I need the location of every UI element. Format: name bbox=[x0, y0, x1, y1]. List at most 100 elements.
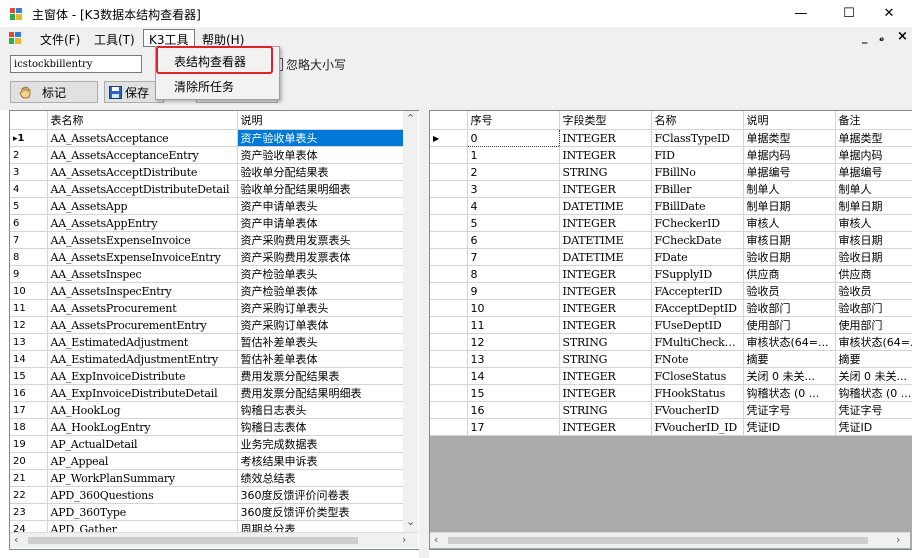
field-row[interactable]: 6 DATETIME FCheckDate 审核日期 审核日期 bbox=[430, 231, 912, 249]
index-cell[interactable]: 9 bbox=[467, 282, 560, 300]
minimize-button[interactable]: — bbox=[778, 0, 824, 27]
field-type-cell[interactable]: INTEGER bbox=[559, 180, 652, 198]
index-cell[interactable]: 6 bbox=[467, 231, 560, 249]
table-row[interactable]: 14 AA_EstimatedAdjustmentEntry 暂估补差单表体 bbox=[10, 350, 415, 368]
index-cell[interactable]: 15 bbox=[467, 384, 560, 402]
description-cell[interactable]: 供应商 bbox=[743, 265, 836, 283]
field-name-cell[interactable]: FVoucherID_ID bbox=[651, 418, 744, 436]
table-name-cell[interactable]: AA_AssetsAcceptanceEntry bbox=[47, 146, 238, 164]
description-cell[interactable]: 单据编号 bbox=[743, 163, 836, 181]
table-name-cell[interactable]: AP_Appeal bbox=[47, 452, 238, 470]
mark-button[interactable]: 标记 bbox=[10, 81, 98, 103]
menu-tools[interactable]: 工具(T) bbox=[94, 31, 135, 48]
current-row-indicator-icon[interactable]: ▶ bbox=[430, 129, 468, 147]
menu-item-clear-tasks[interactable]: 清除所任务 bbox=[174, 78, 234, 95]
field-name-cell[interactable]: FMultiCheckS... bbox=[651, 333, 744, 351]
field-type-cell[interactable]: INTEGER bbox=[559, 282, 652, 300]
description-cell[interactable]: 审核日期 bbox=[743, 231, 836, 249]
note-cell[interactable]: 凭证ID bbox=[835, 418, 912, 436]
note-cell[interactable]: 验收日期 bbox=[835, 248, 912, 266]
description-cell[interactable]: 资产验收单表体 bbox=[237, 146, 415, 164]
field-row[interactable]: 2 STRING FBillNo 单据编号 单据编号 bbox=[430, 163, 912, 181]
field-name-cell[interactable]: FBillNo bbox=[651, 163, 744, 181]
table-name-cell[interactable]: AA_HookLogEntry bbox=[47, 418, 238, 436]
left-vertical-scrollbar[interactable]: ⌃ ⌄ bbox=[403, 111, 418, 532]
field-type-cell[interactable]: INTEGER bbox=[559, 418, 652, 436]
field-type-cell[interactable]: STRING bbox=[559, 333, 652, 351]
row-number[interactable]: 8 bbox=[10, 248, 48, 266]
table-name-cell[interactable]: APD_360Questions bbox=[47, 486, 238, 504]
row-number[interactable]: 10 bbox=[10, 282, 48, 300]
tables-grid[interactable]: 表名称 说明 ▸1 AA_AssetsAcceptance 资产验收单表头 2 AA_A… bbox=[9, 110, 421, 550]
row-number[interactable]: 9 bbox=[10, 265, 48, 283]
description-cell[interactable]: 绩效总结表 bbox=[237, 469, 415, 487]
field-type-cell[interactable]: INTEGER bbox=[559, 367, 652, 385]
table-row[interactable]: 19 AP_ActualDetail 业务完成数据表 bbox=[10, 435, 415, 453]
field-row[interactable]: 10 INTEGER FAcceptDeptID 验收部门 验收部门 bbox=[430, 299, 912, 317]
splitter[interactable] bbox=[419, 110, 429, 558]
description-cell[interactable]: 资产采购订单表头 bbox=[237, 299, 415, 317]
index-cell[interactable]: 1 bbox=[467, 146, 560, 164]
note-cell[interactable]: 单据编号 bbox=[835, 163, 912, 181]
table-name-cell[interactable]: AA_AssetsAcceptDistribute bbox=[47, 163, 238, 181]
row-number[interactable]: 2 bbox=[10, 146, 48, 164]
field-name-cell[interactable]: FCheckDate bbox=[651, 231, 744, 249]
description-cell[interactable]: 资产检验单表头 bbox=[237, 265, 415, 283]
note-cell[interactable]: 供应商 bbox=[835, 265, 912, 283]
description-cell[interactable]: 验收部门 bbox=[743, 299, 836, 317]
row-number[interactable]: 6 bbox=[10, 214, 48, 232]
right-horizontal-scrollbar[interactable]: ‹ › bbox=[430, 532, 910, 548]
table-name-cell[interactable]: AA_AssetsExpenseInvoiceEntry bbox=[47, 248, 238, 266]
scroll-left-icon[interactable]: ‹ bbox=[14, 533, 18, 546]
field-row[interactable]: 3 INTEGER FBiller 制单人 制单人 bbox=[430, 180, 912, 198]
note-cell[interactable]: 审核日期 bbox=[835, 231, 912, 249]
table-name-cell[interactable]: AA_ExpInvoiceDistribute bbox=[47, 367, 238, 385]
note-cell[interactable]: 摘要 bbox=[835, 350, 912, 368]
description-cell[interactable]: 暂估补差单表体 bbox=[237, 350, 415, 368]
row-header[interactable] bbox=[430, 180, 468, 198]
field-name-cell[interactable]: FCloseStatus bbox=[651, 367, 744, 385]
description-cell[interactable]: 关闭 0 未关... bbox=[743, 367, 836, 385]
description-cell[interactable]: 360度反馈评价问卷表 bbox=[237, 486, 415, 504]
description-cell[interactable]: 摘要 bbox=[743, 350, 836, 368]
row-header[interactable] bbox=[430, 163, 468, 181]
row-number[interactable]: 22 bbox=[10, 486, 48, 504]
field-row[interactable]: 17 INTEGER FVoucherID_ID 凭证ID 凭证ID bbox=[430, 418, 912, 436]
field-type-cell[interactable]: INTEGER bbox=[559, 384, 652, 402]
table-name-cell[interactable]: AA_AssetsInspec bbox=[47, 265, 238, 283]
table-name-cell[interactable]: AA_EstimatedAdjustmentEntry bbox=[47, 350, 238, 368]
field-row[interactable]: 16 STRING FVoucherID 凭证字号 凭证字号 bbox=[430, 401, 912, 419]
description-cell[interactable]: 审核状态(64=... bbox=[743, 333, 836, 351]
table-name-cell[interactable]: AA_AssetsExpenseInvoice bbox=[47, 231, 238, 249]
description-cell[interactable]: 验收员 bbox=[743, 282, 836, 300]
field-name-cell[interactable]: FAccepterID bbox=[651, 282, 744, 300]
field-name-cell[interactable]: FCheckerID bbox=[651, 214, 744, 232]
table-name-cell[interactable]: AA_HookLog bbox=[47, 401, 238, 419]
table-row[interactable]: 6 AA_AssetsAppEntry 资产申请单表体 bbox=[10, 214, 415, 232]
field-row[interactable]: 14 INTEGER FCloseStatus 关闭 0 未关... 关闭 0 未关..… bbox=[430, 367, 912, 385]
left-horizontal-scrollbar[interactable]: ‹ › bbox=[10, 532, 418, 548]
field-row[interactable]: 11 INTEGER FUseDeptID 使用部门 使用部门 bbox=[430, 316, 912, 334]
field-type-cell[interactable]: STRING bbox=[559, 401, 652, 419]
note-cell[interactable]: 制单人 bbox=[835, 180, 912, 198]
field-type-cell[interactable]: INTEGER bbox=[559, 265, 652, 283]
index-cell[interactable]: 11 bbox=[467, 316, 560, 334]
row-number[interactable]: 21 bbox=[10, 469, 48, 487]
table-row[interactable]: 23 APD_360Type 360度反馈评价类型表 bbox=[10, 503, 415, 521]
note-cell[interactable]: 使用部门 bbox=[835, 316, 912, 334]
field-row[interactable]: 8 INTEGER FSupplyID 供应商 供应商 bbox=[430, 265, 912, 283]
table-row[interactable]: 16 AA_ExpInvoiceDistributeDetail 费用发票分配结果明… bbox=[10, 384, 415, 402]
table-row[interactable]: 20 AP_Appeal 考核结果申诉表 bbox=[10, 452, 415, 470]
table-row[interactable]: 2 AA_AssetsAcceptanceEntry 资产验收单表体 bbox=[10, 146, 415, 164]
description-cell[interactable]: 单据类型 bbox=[743, 129, 836, 147]
field-name-cell[interactable]: FID bbox=[651, 146, 744, 164]
column-header-table-name[interactable]: 表名称 bbox=[47, 111, 238, 130]
row-number[interactable]: 4 bbox=[10, 180, 48, 198]
field-row[interactable]: 9 INTEGER FAccepterID 验收员 验收员 bbox=[430, 282, 912, 300]
table-row[interactable]: 5 AA_AssetsApp 资产申请单表头 bbox=[10, 197, 415, 215]
fields-grid[interactable]: 序号 字段类型 名称 说明 备注 ▶ 0 INTEGER FClassTypeID 单据… bbox=[429, 110, 912, 550]
index-cell[interactable]: 0 bbox=[466, 129, 560, 147]
field-name-cell[interactable]: FSupplyID bbox=[651, 265, 744, 283]
field-name-cell[interactable]: FBiller bbox=[651, 180, 744, 198]
column-header-name[interactable]: 名称 bbox=[651, 111, 744, 130]
